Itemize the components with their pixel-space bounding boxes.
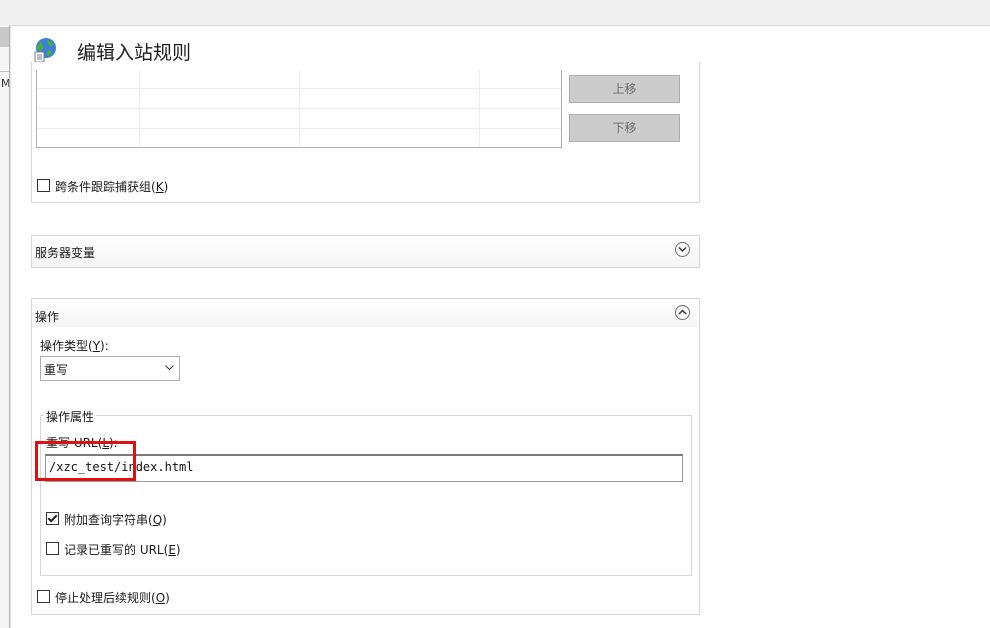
move-down-button[interactable]: 下移 bbox=[569, 114, 680, 142]
track-capture-key: K bbox=[155, 180, 164, 194]
highlight-annotation-box bbox=[35, 441, 136, 481]
log-rewritten-checkbox[interactable] bbox=[46, 542, 59, 555]
chevron-down-icon bbox=[165, 365, 174, 371]
stop-processing-text: 停止处理后续规则( bbox=[55, 591, 156, 605]
action-type-label: 操作类型(Y): bbox=[40, 337, 109, 354]
chevron-down-icon[interactable] bbox=[675, 242, 690, 257]
pane-splitter-shadow bbox=[10, 25, 11, 628]
action-type-select[interactable]: 重写 bbox=[40, 356, 180, 381]
action-section-title: 操作 bbox=[35, 310, 60, 324]
append-query-checkbox[interactable] bbox=[46, 512, 59, 525]
log-rewritten-key: E bbox=[168, 543, 176, 557]
log-rewritten-label: 记录已重写的 URL(E) bbox=[64, 541, 181, 558]
track-capture-label: 跨条件跟踪捕获组(K) bbox=[55, 178, 168, 195]
grid-col-line bbox=[139, 70, 140, 147]
move-up-button[interactable]: 上移 bbox=[569, 75, 680, 103]
append-query-key: Q bbox=[152, 513, 163, 527]
server-variables-section[interactable] bbox=[31, 235, 700, 268]
rewrite-url-input[interactable]: /xzc_test/index.html bbox=[45, 454, 683, 482]
action-type-value: 重写 bbox=[44, 363, 69, 377]
track-capture-suffix: ) bbox=[163, 180, 169, 194]
track-capture-text: 跨条件跟踪捕获组( bbox=[55, 180, 156, 194]
append-query-label: 附加查询字符串(Q) bbox=[64, 511, 167, 528]
stop-processing-checkbox[interactable] bbox=[37, 590, 50, 603]
globe-icon bbox=[32, 37, 58, 63]
log-rewritten-suffix: ) bbox=[175, 543, 181, 557]
grid-col-line bbox=[299, 70, 300, 147]
stop-processing-key: O bbox=[155, 591, 166, 605]
log-rewritten-text: 记录已重写的 URL( bbox=[64, 543, 169, 557]
stop-processing-suffix: ) bbox=[165, 591, 170, 605]
action-type-key: Y bbox=[92, 339, 101, 353]
action-type-text: 操作类型( bbox=[40, 339, 93, 353]
stop-processing-label: 停止处理后续规则(O) bbox=[55, 589, 170, 606]
track-capture-checkbox[interactable] bbox=[37, 179, 50, 192]
conditions-grid[interactable] bbox=[36, 70, 562, 148]
action-properties-legend: 操作属性 bbox=[44, 408, 97, 425]
window-top-bar bbox=[0, 0, 990, 26]
action-section-header[interactable] bbox=[32, 299, 697, 327]
left-pane-letter: M bbox=[1, 77, 9, 90]
grid-col-line bbox=[479, 70, 480, 147]
page-title: 编辑入站规则 bbox=[77, 42, 192, 64]
chevron-up-icon[interactable] bbox=[675, 305, 690, 320]
append-query-suffix: ) bbox=[162, 513, 167, 527]
left-pane-block bbox=[0, 27, 9, 47]
append-query-text: 附加查询字符串( bbox=[64, 513, 153, 527]
server-variables-title: 服务器变量 bbox=[35, 246, 96, 260]
left-pane: M bbox=[0, 25, 9, 628]
left-pane-divider bbox=[0, 71, 9, 72]
action-type-suffix: ): bbox=[100, 339, 109, 353]
